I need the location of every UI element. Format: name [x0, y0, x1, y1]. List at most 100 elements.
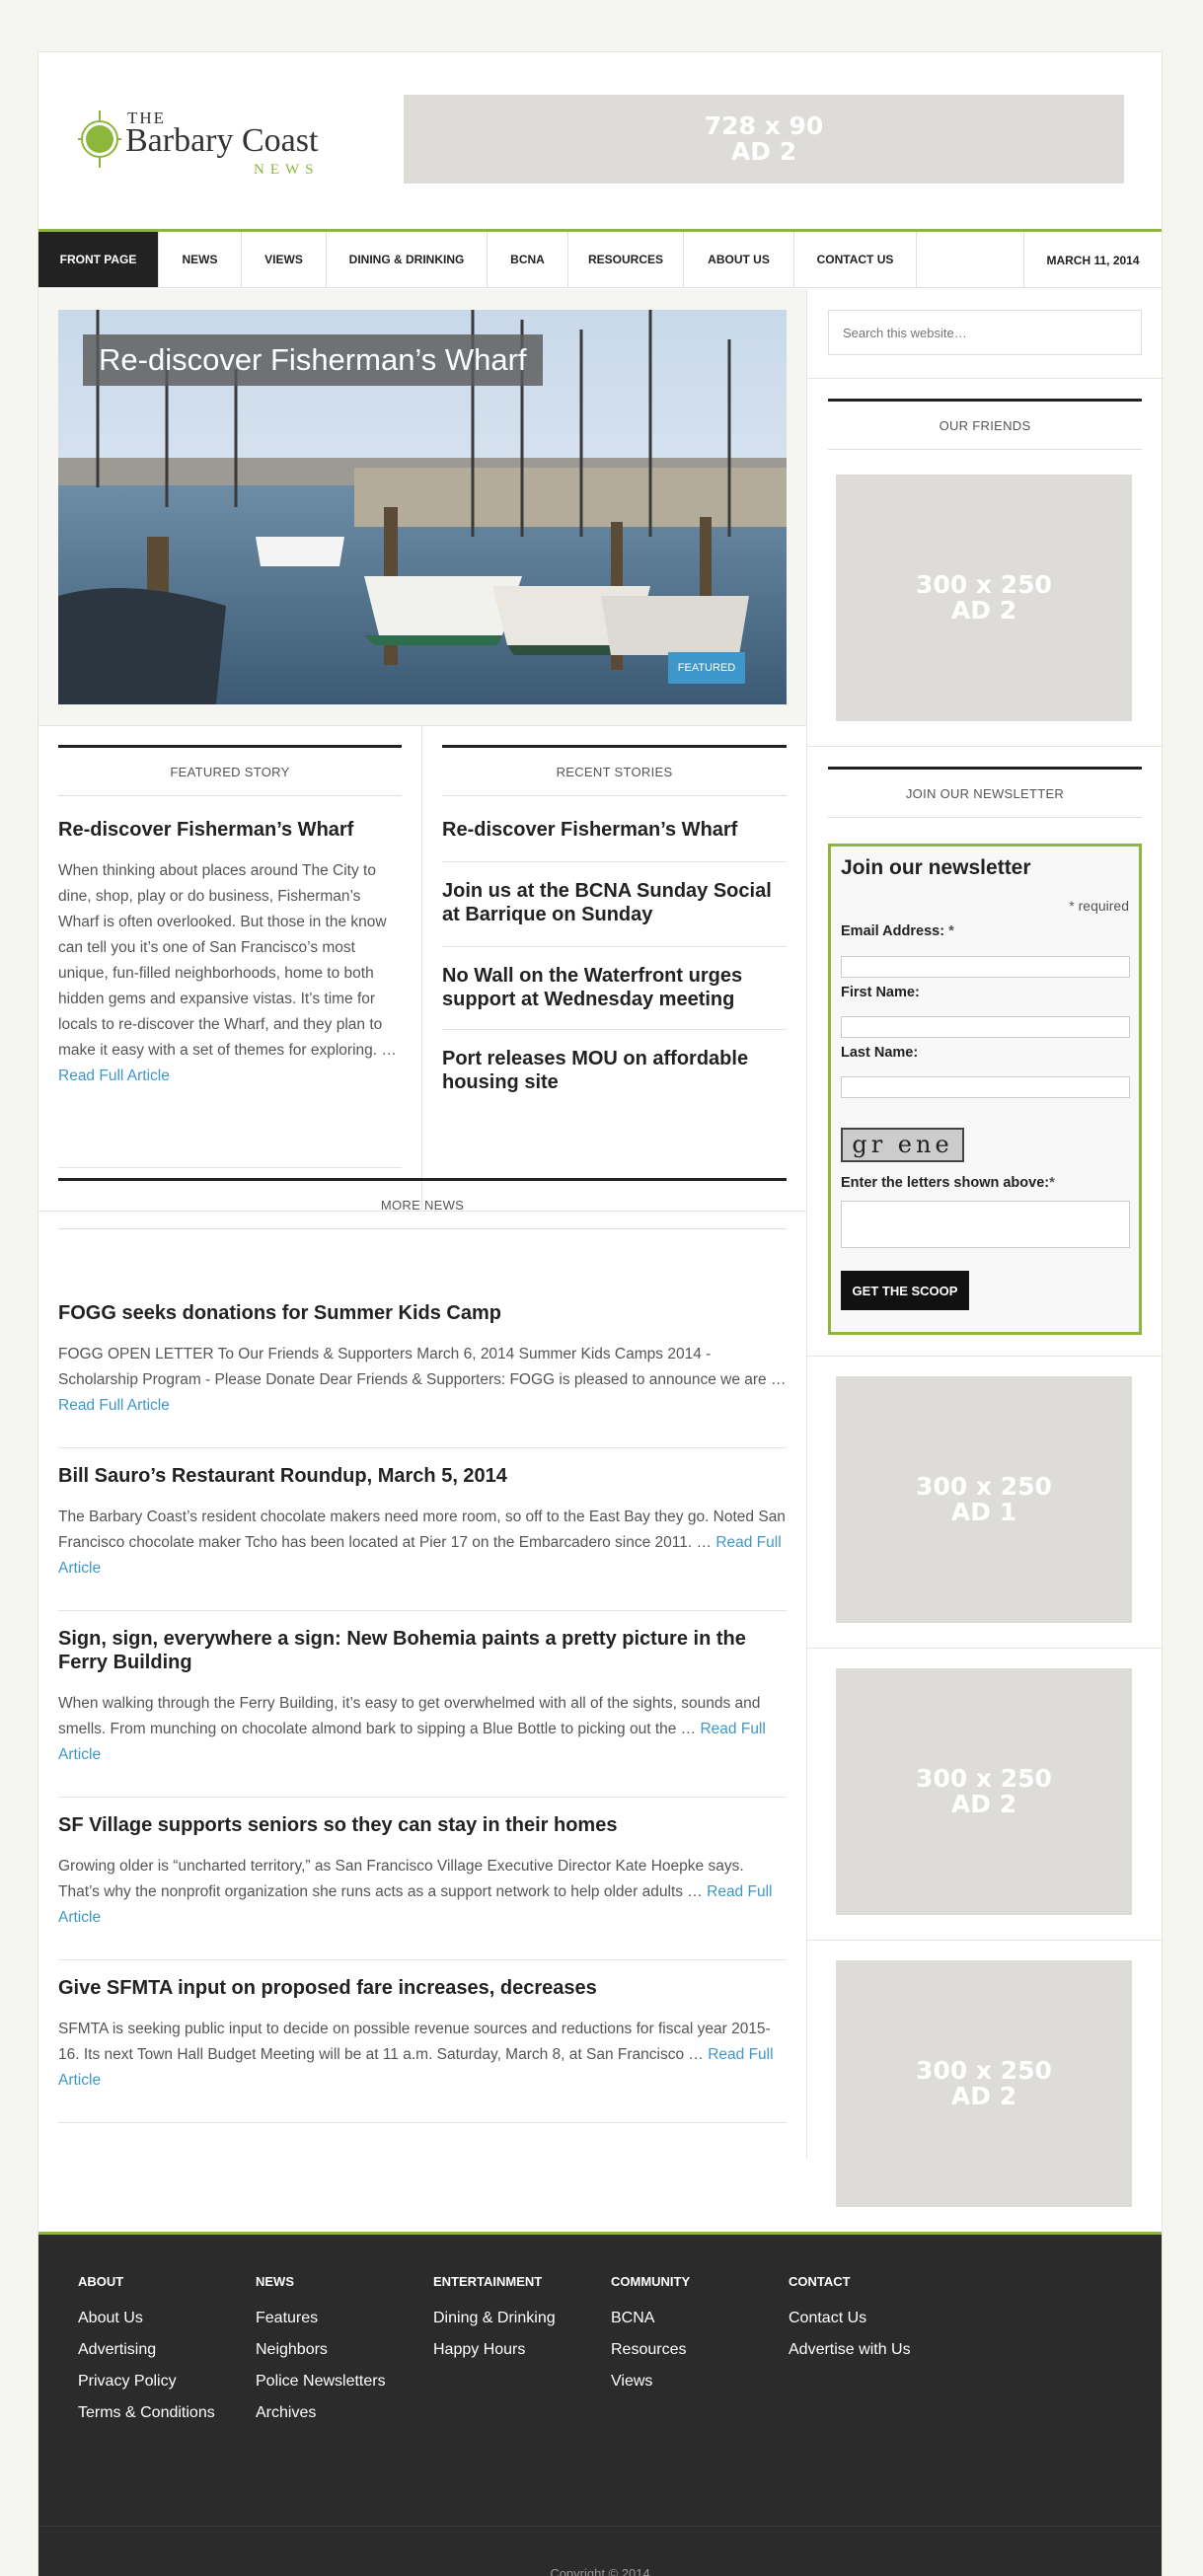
nav-contact-us[interactable]: CONTACT US	[794, 232, 917, 287]
top-banner-ad[interactable]: 728 x 90 AD 2	[404, 95, 1124, 184]
read-more-link[interactable]: Read Full Article	[58, 1397, 170, 1414]
logo-title: Barbary Coast	[125, 122, 319, 159]
sidebar-ad[interactable]: 300 x 250 AD 2	[836, 1668, 1132, 1915]
sidebar-ad[interactable]: 300 x 250 AD 1	[836, 1376, 1132, 1623]
ad-label: AD 2	[730, 137, 797, 166]
compass-logo-icon	[78, 110, 121, 168]
site-logo[interactable]: THE Barbary Coast NEWS	[78, 103, 344, 178]
excerpt-text: When walking through the Ferry Building,…	[58, 1695, 761, 1737]
footer-link[interactable]: Features	[256, 2303, 386, 2334]
news-item-title[interactable]: Bill Sauro’s Restaurant Roundup, March 5…	[58, 1464, 787, 1488]
featured-story-excerpt: When thinking about places around The Ci…	[58, 858, 402, 1089]
recent-story-link[interactable]: Join us at the BCNA Sunday Social at Bar…	[442, 879, 787, 926]
footer-link[interactable]: Views	[611, 2366, 690, 2397]
current-date: MARCH 11, 2014	[1023, 232, 1162, 288]
footer-link[interactable]: Privacy Policy	[78, 2366, 215, 2397]
search-input[interactable]	[828, 310, 1142, 355]
news-item-excerpt: FOGG OPEN LETTER To Our Friends & Suppor…	[58, 1342, 787, 1419]
first-name-field[interactable]	[841, 1016, 1130, 1038]
copyright: Copyright © 2014	[550, 2566, 650, 2576]
news-item-excerpt: SFMTA is seeking public input to decide …	[58, 2017, 787, 2094]
footer-link[interactable]: Happy Hours	[433, 2334, 556, 2366]
ad-size: 300 x 250	[916, 2055, 1052, 2085]
news-item-title[interactable]: Give SFMTA input on proposed fare increa…	[58, 1976, 787, 2000]
footer-col-news: NEWS Features Neighbors Police Newslette…	[256, 2274, 386, 2429]
news-item-title[interactable]: FOGG seeks donations for Summer Kids Cam…	[58, 1301, 787, 1325]
excerpt-text: Growing older is “uncharted territory,” …	[58, 1858, 744, 1900]
join-newsletter-heading: JOIN OUR NEWSLETTER	[828, 767, 1142, 818]
featured-tag[interactable]: FEATURED	[668, 652, 745, 684]
news-item-excerpt: Growing older is “uncharted territory,” …	[58, 1854, 787, 1931]
ad-size: 728 x 90	[704, 110, 824, 140]
excerpt-text: FOGG OPEN LETTER To Our Friends & Suppor…	[58, 1346, 787, 1388]
required-star: *	[948, 923, 954, 939]
excerpt-text: The Barbary Coast’s resident chocolate m…	[58, 1509, 786, 1551]
excerpt-text: SFMTA is seeking public input to decide …	[58, 2021, 771, 2063]
required-star: *	[1049, 1175, 1055, 1191]
footer-heading: ABOUT	[78, 2274, 124, 2289]
nav-views[interactable]: VIEWS	[242, 232, 327, 287]
nav-resources[interactable]: RESOURCES	[568, 232, 684, 287]
ad-label: AD 2	[950, 596, 1017, 625]
footer-link[interactable]: Advertise with Us	[789, 2334, 911, 2366]
footer-link[interactable]: About Us	[78, 2303, 215, 2334]
recent-story-link[interactable]: No Wall on the Waterfront urges support …	[442, 964, 787, 1011]
recent-stories-heading: RECENT STORIES	[442, 745, 787, 796]
last-name-label: Last Name:	[841, 1045, 919, 1061]
footer-link[interactable]: BCNA	[611, 2303, 690, 2334]
footer-bottom: Copyright © 2014	[38, 2526, 1162, 2576]
our-friends-heading: OUR FRIENDS	[828, 399, 1142, 450]
sidebar-ad[interactable]: 300 x 250 AD 2	[836, 475, 1132, 721]
nav-news[interactable]: NEWS	[159, 232, 242, 287]
footer-link[interactable]: Advertising	[78, 2334, 215, 2366]
featured-story-heading: FEATURED STORY	[58, 745, 402, 796]
newsletter-form: Join our newsletter * required Email Add…	[828, 844, 1142, 1335]
featured-story-title[interactable]: Re-discover Fisherman’s Wharf	[58, 818, 402, 842]
footer-link[interactable]: Dining & Drinking	[433, 2303, 556, 2334]
ad-size: 300 x 250	[916, 1471, 1052, 1501]
nav-about-us[interactable]: ABOUT US	[684, 232, 794, 287]
footer-col-community: COMMUNITY BCNA Resources Views	[611, 2274, 690, 2397]
required-note: * required	[1069, 898, 1129, 914]
footer-col-contact: CONTACT Contact Us Advertise with Us	[789, 2274, 911, 2366]
logo-news: NEWS	[254, 162, 320, 178]
footer-link[interactable]: Resources	[611, 2334, 690, 2366]
footer-col-about: ABOUT About Us Advertising Privacy Polic…	[78, 2274, 215, 2429]
footer-link[interactable]: Terms & Conditions	[78, 2397, 215, 2429]
captcha-field[interactable]	[841, 1201, 1130, 1248]
footer-col-entertainment: ENTERTAINMENT Dining & Drinking Happy Ho…	[433, 2274, 556, 2366]
sidebar-ad[interactable]: 300 x 250 AD 2	[836, 1960, 1132, 2207]
read-more-link[interactable]: Read Full Article	[58, 1067, 170, 1084]
footer-link[interactable]: Contact Us	[789, 2303, 911, 2334]
recent-story-link[interactable]: Re-discover Fisherman’s Wharf	[442, 818, 787, 842]
hero-title[interactable]: Re-discover Fisherman’s Wharf	[83, 334, 543, 386]
more-news-heading: MORE NEWS	[58, 1178, 787, 1229]
footer-link[interactable]: Archives	[256, 2397, 386, 2429]
nav-front-page[interactable]: FRONT PAGE	[38, 232, 159, 287]
newsletter-title: Join our newsletter	[841, 856, 1031, 879]
email-label-text: Email Address:	[841, 923, 945, 939]
ad-size: 300 x 250	[916, 569, 1052, 599]
hero-featured-slide[interactable]: Re-discover Fisherman’s Wharf FEATURED	[58, 310, 787, 704]
ad-label: AD 2	[950, 2082, 1017, 2110]
footer-link[interactable]: Police Newsletters	[256, 2366, 386, 2397]
ad-label: AD 2	[950, 1790, 1017, 1818]
news-item-excerpt: The Barbary Coast’s resident chocolate m…	[58, 1505, 787, 1582]
first-name-label: First Name:	[841, 985, 920, 1000]
nav-bcna[interactable]: BCNA	[488, 232, 568, 287]
captcha-image: gr ene	[841, 1128, 964, 1162]
footer-link[interactable]: Neighbors	[256, 2334, 386, 2366]
email-field[interactable]	[841, 956, 1130, 978]
excerpt-text: When thinking about places around The Ci…	[58, 862, 397, 1059]
subscribe-button[interactable]: GET THE SCOOP	[841, 1271, 969, 1310]
news-item-title[interactable]: Sign, sign, everywhere a sign: New Bohem…	[58, 1627, 787, 1674]
captcha-label: Enter the letters shown above:*	[841, 1175, 1055, 1191]
nav-dining-drinking[interactable]: DINING & DRINKING	[327, 232, 488, 287]
recent-story-link[interactable]: Port releases MOU on affordable housing …	[442, 1047, 787, 1094]
last-name-field[interactable]	[841, 1076, 1130, 1098]
footer-heading: CONTACT	[789, 2274, 851, 2289]
email-label: Email Address: *	[841, 923, 954, 939]
news-item-title[interactable]: SF Village supports seniors so they can …	[58, 1813, 787, 1837]
ad-label: AD 1	[950, 1498, 1017, 1526]
ad-size: 300 x 250	[916, 1763, 1052, 1793]
